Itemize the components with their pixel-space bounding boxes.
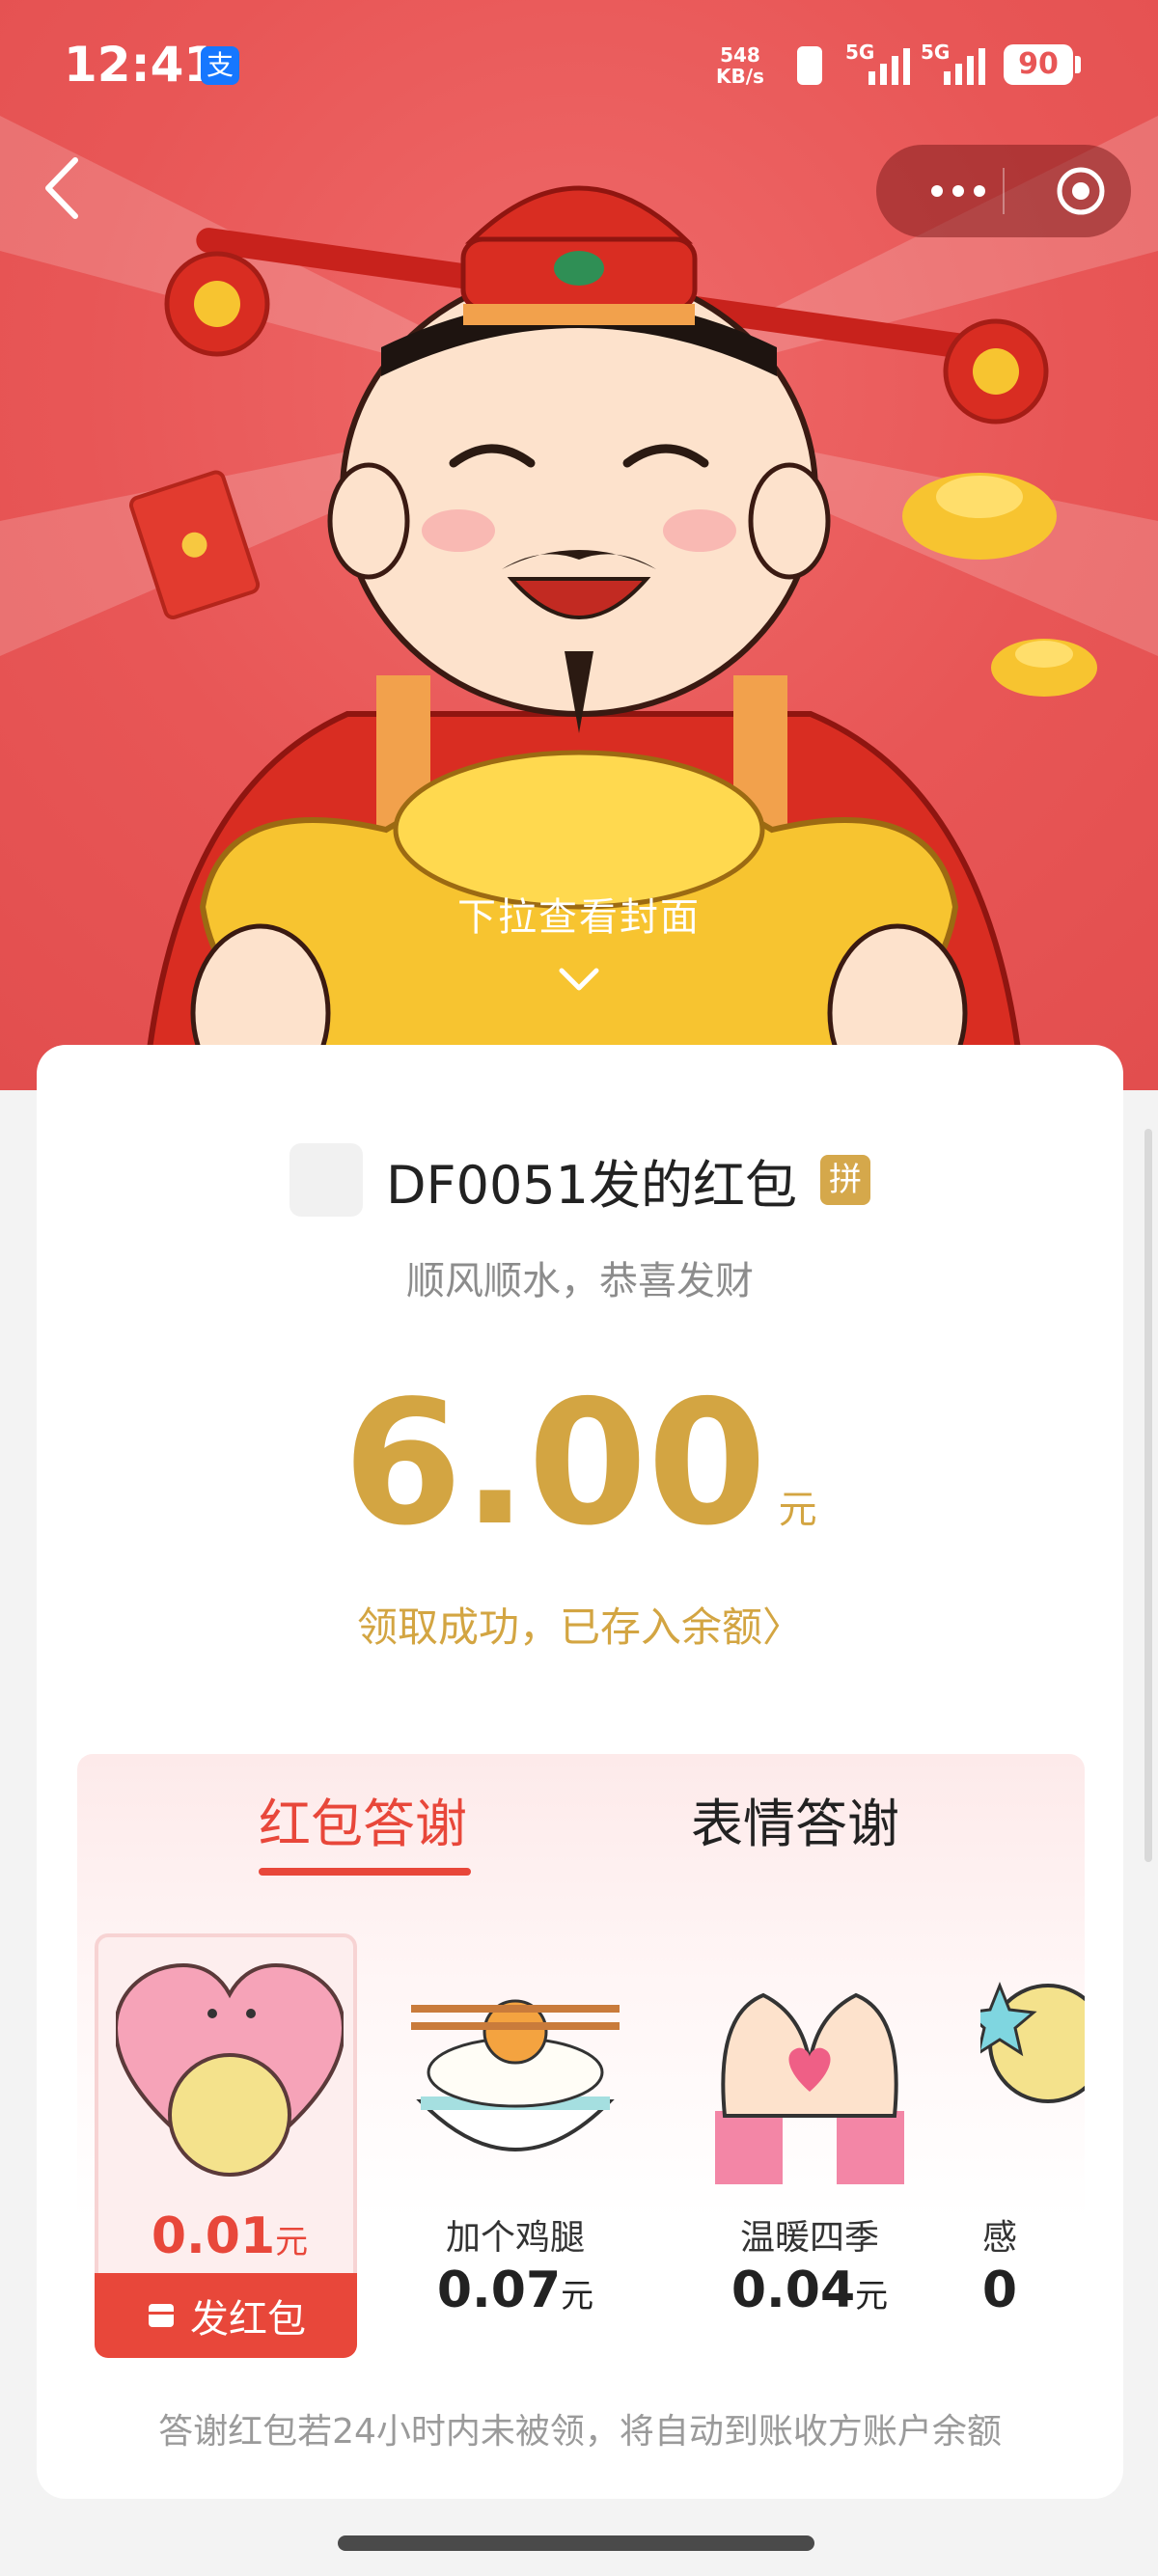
- chevron-down-icon: [559, 968, 599, 991]
- tab-underline: [259, 1868, 471, 1876]
- tab-red-packet-thanks[interactable]: 红包答谢: [259, 1781, 467, 1857]
- network-speed-value: 548: [720, 43, 760, 67]
- battery-level: 90: [1004, 44, 1073, 85]
- alipay-icon: 支: [201, 46, 239, 85]
- thanks-item-price: 0.07元: [436, 2261, 594, 2319]
- heart-hands-sticker: [715, 1992, 904, 2184]
- vibrate-icon: [797, 46, 822, 85]
- amount-unit: 元: [778, 1488, 817, 1532]
- thanks-item-name: 温暖四季: [739, 2218, 879, 2258]
- red-packet-card: DF0051发的红包 拼 顺风顺水，恭喜发财 6.00 元 领取成功，已存入余额…: [37, 1045, 1123, 2499]
- thanks-item[interactable]: 0.01元 发红包: [95, 1933, 357, 2358]
- received-status: 领取成功，已存入余额: [356, 1603, 762, 1651]
- heart-hug-sticker: [116, 1962, 344, 2177]
- pull-down-hint: 下拉查看封面: [457, 895, 701, 940]
- gift-icon: [149, 2304, 174, 2327]
- sender-row: DF0051发的红包 拼: [37, 1141, 1123, 1219]
- balance-link[interactable]: 领取成功，已存入余额〉: [37, 1595, 1123, 1654]
- thanks-item[interactable]: 感 0: [971, 1933, 1085, 2358]
- thanks-item-name: 感: [981, 2218, 1017, 2258]
- scrollbar[interactable]: [1144, 1129, 1152, 1862]
- thanks-item-list[interactable]: 0.01元 发红包 加个鸡腿 0.07元 温暖四季 0.04元 感 0: [95, 1933, 1085, 2377]
- status-bar: 12:41 支 548 KB/s 5G 5G 90: [0, 0, 1158, 135]
- pin-badge: 拼: [820, 1155, 871, 1205]
- miniprogram-capsule: [876, 145, 1131, 237]
- tab-sticker-thanks[interactable]: 表情答谢: [691, 1781, 899, 1857]
- network-speed: 548 KB/s: [716, 44, 764, 87]
- capsule-divider: [1003, 168, 1005, 214]
- greeting-message: 顺风顺水，恭喜发财: [406, 1259, 754, 1303]
- more-icon[interactable]: [915, 174, 1002, 208]
- signal-icon: [944, 48, 985, 85]
- sender-name: DF0051发的红包: [385, 1154, 798, 1216]
- send-red-packet-button[interactable]: 发红包: [95, 2273, 357, 2358]
- thanks-item-name: 加个鸡腿: [445, 2218, 585, 2258]
- thanks-item-price: 0: [981, 2261, 1018, 2319]
- network-speed-unit: KB/s: [716, 65, 764, 88]
- back-icon[interactable]: [39, 154, 87, 222]
- star-sticker: [980, 1981, 1085, 2103]
- thanks-footnote: 答谢红包若24小时内未被领，将自动到账收方账户余额: [158, 2412, 1002, 2452]
- amount-row: 6.00 元: [37, 1378, 1123, 1549]
- battery-icon: [1075, 56, 1081, 73]
- received-amount: 6.00: [343, 1363, 767, 1563]
- cover-illustration: [0, 116, 1158, 1090]
- status-time: 12:41: [64, 37, 218, 93]
- drumstick-rice-sticker: [411, 1999, 620, 2151]
- thanks-item-price: 0.01元: [151, 2207, 309, 2265]
- sender-avatar[interactable]: [289, 1143, 363, 1217]
- signal-icon: [868, 48, 910, 85]
- thanks-panel: 红包答谢 表情答谢 0.01元 发红包 加个鸡腿 0.07元 温暖四季 0.04…: [77, 1754, 1085, 2420]
- thanks-item[interactable]: 加个鸡腿 0.07元: [384, 1933, 647, 2358]
- cover-hero[interactable]: 12:41 支 548 KB/s 5G 5G 90 下拉查看封面: [0, 0, 1158, 1090]
- chevron-right-icon: 〉: [762, 1603, 804, 1651]
- thanks-item-price: 0.04元: [731, 2261, 889, 2319]
- home-indicator[interactable]: [338, 2535, 814, 2551]
- thanks-item[interactable]: 温暖四季 0.04元: [678, 1933, 941, 2358]
- send-button-label: 发红包: [190, 2297, 306, 2342]
- target-icon[interactable]: [1056, 166, 1106, 216]
